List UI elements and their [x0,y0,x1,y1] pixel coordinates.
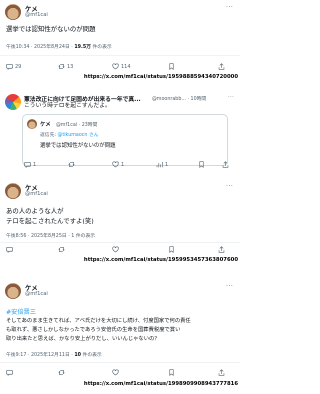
like-button[interactable]: 1 [112,161,124,168]
share-icon [218,246,225,253]
hashtag-link[interactable]: #安倍晋三 [6,307,36,316]
repost-icon [58,370,65,375]
tweet-time: 午後9:17 · 2025年12月11日 · [6,353,75,358]
repost-button[interactable] [58,246,67,253]
share-icon [218,369,225,376]
tweet-2[interactable]: 憲法改正に向けて足固めが出来る一年で真... @moonrabb... · 10… [0,90,240,172]
share-button[interactable] [218,63,225,70]
views-button[interactable]: 1 [156,161,168,168]
reply-icon [6,64,13,70]
reply-count: 29 [15,63,22,70]
avatar[interactable] [5,4,21,20]
like-count: 1 [121,161,125,168]
reply-button[interactable]: 29 [6,63,21,70]
tweet-text: こういう時テロを起こすんだよ。 [24,103,111,109]
tweet-time: 午後10:34 · 2025年8月24日 · [6,45,75,50]
action-bar: 29 13 114 [0,63,240,73]
share-button[interactable] [222,161,229,168]
reply-button[interactable]: 1 [24,161,36,168]
like-icon [112,246,119,253]
divider [0,362,240,363]
tweet-text: 選挙では認知性がないのが問題 [6,25,96,33]
action-bar [0,246,240,256]
tweet-1[interactable]: ケメ @mf1cai ··· 選挙では認知性がないのが問題 午後10:34 · … [0,0,240,80]
repost-count: 13 [67,63,74,70]
reply-button[interactable] [6,369,15,376]
quoted-author-handle: @mf1cai · 23時間 [56,123,98,128]
share-button[interactable] [218,369,225,376]
views-count: 1 [165,161,169,168]
status-url[interactable]: https://x.com/mf1cai/status/199890990894… [84,381,238,387]
status-url[interactable]: https://x.com/mf1cai/status/195995345736… [84,257,238,263]
like-button[interactable] [112,246,121,253]
tweet-text-line-1: そしてあのまま生きてれば、アベ氏だけを大切にし続け、付度国家で何の責任 [6,318,191,324]
reply-count: 1 [33,161,37,168]
reply-icon [6,247,13,253]
author-handle[interactable]: @mf1cai [25,191,48,197]
reply-button[interactable] [6,246,15,253]
avatar[interactable] [5,283,21,299]
avatar[interactable] [5,94,21,110]
bookmark-icon [169,246,174,253]
reply-to-prefix: 返信先: [40,133,58,138]
bookmark-button[interactable] [198,161,207,168]
divider [0,55,240,56]
avatar[interactable] [5,183,21,199]
status-url[interactable]: https://x.com/mf1cai/status/195988859434… [84,74,238,80]
reply-to-handle[interactable]: @tikumaocn さん [58,133,99,138]
views-label: 件の表示 [81,353,102,358]
tweet-timestamp: 午後9:17 · 2025年12月11日 · 10 件の表示 [6,351,102,358]
views-count: 10 [74,353,82,358]
repost-icon [58,247,65,252]
share-button[interactable] [218,246,225,253]
views-icon [156,162,163,168]
action-bar: 1 1 1 [0,161,240,171]
views-label: 件の表示 [90,45,112,50]
tweet-4[interactable]: ケメ @mf1cai ··· #安倍晋三 そしてあのまま生きてれば、アベ氏だけを… [0,281,240,394]
share-icon [218,63,225,70]
divider [0,242,240,243]
quoted-author-name: ケメ [40,122,51,128]
tweet-text-line-2: テロを起こされたんですよ(笑) [6,217,94,225]
like-button[interactable]: 114 [112,63,131,70]
author-handle[interactable]: @mf1cai [25,12,48,18]
bookmark-icon [169,369,174,376]
quoted-tweet[interactable]: ケメ @mf1cai · 23時間 返信先: @tikumaocn さん 選挙で… [22,114,228,166]
action-bar [0,369,240,379]
views-count: 19.5万 [74,45,91,50]
share-icon [222,161,229,168]
like-count: 114 [121,63,131,70]
repost-button[interactable] [68,161,77,168]
repost-icon [68,162,75,167]
bookmark-icon [199,161,204,168]
bookmark-button[interactable] [168,246,177,253]
quoted-text: 選挙では認知性がないのが問題 [40,143,116,149]
author-handle[interactable]: @moonrabb... · 10時間 [152,95,206,102]
repost-button[interactable] [58,369,67,376]
like-button[interactable] [112,369,121,376]
tweet-text-line-2: も取れず、悪さしかしなかったであろう安倍氏の生命を国葬費税度で賞い [6,327,181,333]
more-icon[interactable]: ··· [226,4,233,11]
tweet-timestamp: 午後8:56 · 2025年8月25日 · 1 件の表示 [6,234,96,239]
author-handle[interactable]: @mf1cai [25,291,48,297]
repost-button[interactable]: 13 [58,63,73,70]
more-icon[interactable]: ··· [226,283,233,290]
tweet-timestamp: 午後10:34 · 2025年8月24日 · 19.5万 件の表示 [6,43,112,50]
tweet-text-line-3: 取り出来たと思えば、かなり安上がりだし、いいんじゃないの？ [6,336,160,342]
like-icon [112,161,119,168]
tweet-text-line-1: あの人のような人が [6,207,64,215]
more-icon[interactable]: ··· [226,183,233,190]
quoted-avatar [27,119,37,129]
reply-icon [6,370,13,376]
more-icon[interactable]: ··· [228,94,234,100]
tweet-3[interactable]: ケメ @mf1cai ··· あの人のような人が テロを起こされたんですよ(笑)… [0,180,240,270]
bookmark-button[interactable] [168,63,177,70]
reply-icon [24,162,31,168]
bookmark-button[interactable] [168,369,177,376]
reply-to-label: 返信先: @tikumaocn さん [40,131,99,138]
repost-icon [58,64,65,69]
bookmark-icon [169,63,174,70]
like-icon [112,369,119,376]
like-icon [112,63,119,70]
